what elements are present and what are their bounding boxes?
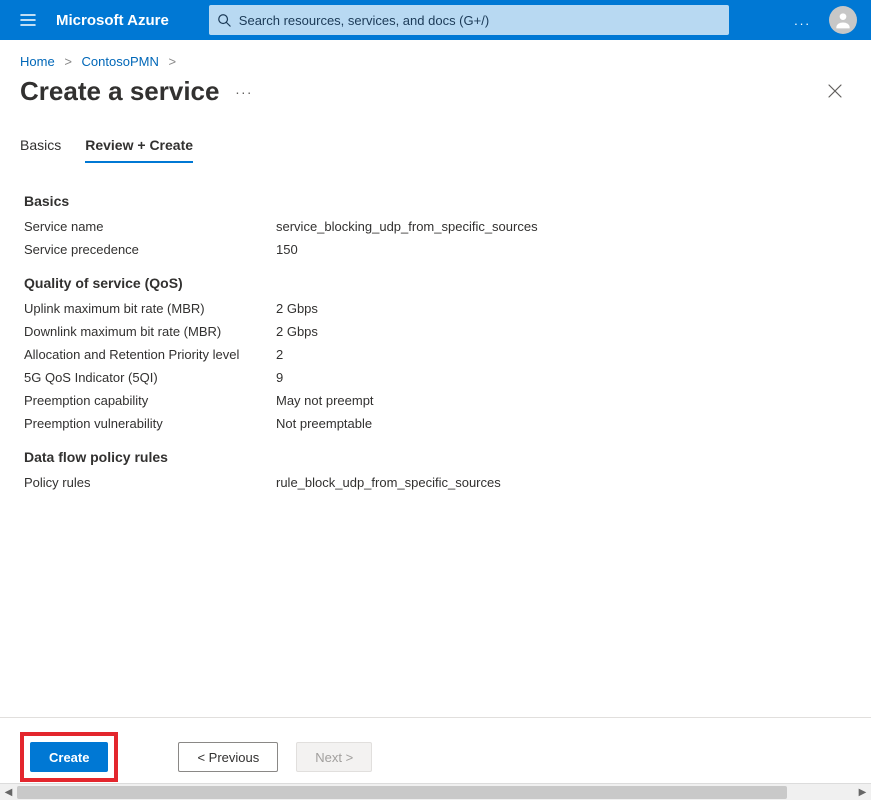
scroll-track[interactable]	[17, 784, 854, 801]
brand-label[interactable]: Microsoft Azure	[56, 12, 169, 29]
kv-row: Service precedence 150	[24, 242, 847, 257]
kv-key: Preemption vulnerability	[24, 416, 276, 431]
kv-row: Service name service_blocking_udp_from_s…	[24, 219, 847, 234]
kv-value: 9	[276, 370, 283, 385]
page-title: Create a service	[20, 76, 219, 107]
menu-icon[interactable]	[8, 0, 48, 40]
scroll-thumb[interactable]	[17, 786, 787, 799]
search-input[interactable]	[239, 13, 721, 28]
global-search[interactable]	[209, 5, 729, 35]
section-heading-qos: Quality of service (QoS)	[24, 275, 847, 291]
horizontal-scrollbar[interactable]: ◀ ▶	[0, 783, 871, 800]
kv-value: 150	[276, 242, 298, 257]
section-heading-basics: Basics	[24, 193, 847, 209]
create-highlight-box: Create	[20, 732, 118, 782]
kv-row: Preemption capability May not preempt	[24, 393, 847, 408]
tab-basics[interactable]: Basics	[20, 137, 61, 163]
breadcrumb-separator: >	[64, 54, 72, 69]
kv-key: Allocation and Retention Priority level	[24, 347, 276, 362]
kv-value: service_blocking_udp_from_specific_sourc…	[276, 219, 538, 234]
kv-key: Policy rules	[24, 475, 276, 490]
kv-key: Downlink maximum bit rate (MBR)	[24, 324, 276, 339]
kv-key: Service name	[24, 219, 276, 234]
scroll-right-arrow[interactable]: ▶	[854, 784, 871, 801]
kv-row: 5G QoS Indicator (5QI) 9	[24, 370, 847, 385]
user-icon	[833, 10, 853, 30]
kv-row: Policy rules rule_block_udp_from_specifi…	[24, 475, 847, 490]
kv-key: 5G QoS Indicator (5QI)	[24, 370, 276, 385]
kv-value: 2 Gbps	[276, 301, 318, 316]
global-header: Microsoft Azure ...	[0, 0, 871, 40]
header-more-button[interactable]: ...	[782, 13, 823, 28]
close-button[interactable]	[819, 75, 851, 107]
tab-review-create[interactable]: Review + Create	[85, 137, 193, 163]
section-heading-rules: Data flow policy rules	[24, 449, 847, 465]
title-row: Create a service ...	[0, 75, 871, 115]
kv-key: Service precedence	[24, 242, 276, 257]
kv-value: 2 Gbps	[276, 324, 318, 339]
kv-row: Uplink maximum bit rate (MBR) 2 Gbps	[24, 301, 847, 316]
next-button: Next >	[296, 742, 372, 772]
review-content: Basics Service name service_blocking_udp…	[0, 163, 871, 490]
kv-value: Not preemptable	[276, 416, 372, 431]
account-avatar[interactable]	[829, 6, 857, 34]
kv-key: Uplink maximum bit rate (MBR)	[24, 301, 276, 316]
search-icon	[217, 13, 231, 27]
scroll-left-arrow[interactable]: ◀	[0, 784, 17, 801]
breadcrumb: Home > ContosoPMN >	[0, 40, 871, 75]
title-more-button[interactable]: ...	[235, 81, 253, 101]
wizard-footer: Create < Previous Next >	[0, 717, 871, 782]
kv-row: Allocation and Retention Priority level …	[24, 347, 847, 362]
kv-row: Preemption vulnerability Not preemptable	[24, 416, 847, 431]
breadcrumb-resource[interactable]: ContosoPMN	[82, 54, 159, 69]
breadcrumb-separator: >	[168, 54, 176, 69]
kv-value: 2	[276, 347, 283, 362]
tab-bar: Basics Review + Create	[0, 115, 871, 163]
kv-value: rule_block_udp_from_specific_sources	[276, 475, 501, 490]
previous-button[interactable]: < Previous	[178, 742, 278, 772]
kv-key: Preemption capability	[24, 393, 276, 408]
kv-value: May not preempt	[276, 393, 374, 408]
footer-nav-buttons: < Previous Next >	[178, 742, 372, 772]
create-button[interactable]: Create	[30, 742, 108, 772]
close-icon	[828, 84, 842, 98]
breadcrumb-home[interactable]: Home	[20, 54, 55, 69]
kv-row: Downlink maximum bit rate (MBR) 2 Gbps	[24, 324, 847, 339]
